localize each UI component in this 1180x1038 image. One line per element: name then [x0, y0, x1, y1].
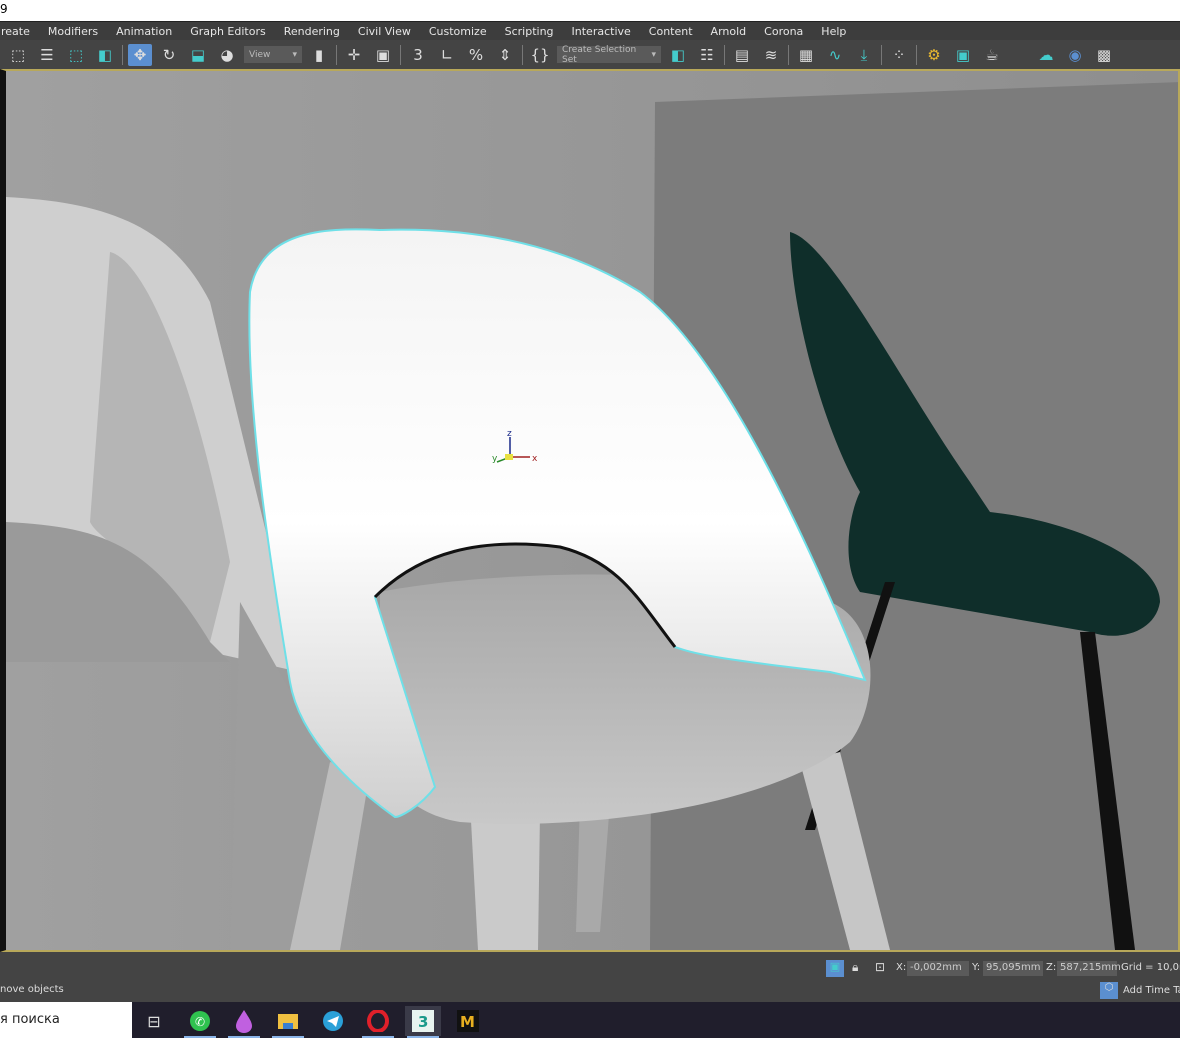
menu-scripting[interactable]: Scripting [496, 25, 563, 38]
select-object-icon[interactable]: ⬚ [6, 44, 30, 66]
x-label: X: [896, 962, 907, 973]
layer-explorer-icon[interactable]: ≋ [759, 44, 783, 66]
menu-bar: reate Modifiers Animation Graph Editors … [0, 21, 1180, 40]
menu-civil-view[interactable]: Civil View [349, 25, 420, 38]
divider [122, 44, 123, 65]
divider [881, 44, 882, 65]
divider [724, 44, 725, 65]
material-editor-icon[interactable]: ⁘ [887, 44, 911, 66]
select-and-scale-icon[interactable]: ⬓ [186, 44, 210, 66]
grid-size: Grid = 10,0mm [1121, 962, 1180, 973]
percent-snap-icon[interactable]: % [464, 44, 488, 66]
curve-editor-icon[interactable]: ∿ [823, 44, 847, 66]
rendered-frame-window-icon[interactable]: ▣ [951, 44, 975, 66]
maxon-app-icon[interactable]: M [450, 1006, 486, 1036]
named-selection-dropdown[interactable]: Create Selection Set ▾ [557, 44, 661, 65]
time-tag-icon[interactable]: ⬡ [1100, 982, 1118, 999]
y-coordinate-field[interactable]: 95,095mm [983, 961, 1043, 976]
paint-icon[interactable] [226, 1006, 262, 1038]
divider [522, 44, 523, 65]
z-label: Z: [1046, 962, 1057, 973]
render-production-icon[interactable]: ☕ [980, 44, 1004, 66]
align-icon[interactable]: ☷ [695, 44, 719, 66]
menu-modifiers[interactable]: Modifiers [39, 25, 107, 38]
divider [788, 44, 789, 65]
render-cloud-icon[interactable]: ☁ [1034, 44, 1058, 66]
toggle-ribbon-icon[interactable]: ▦ [794, 44, 818, 66]
z-coordinate-field[interactable]: 587,215mm [1057, 961, 1121, 976]
svg-text:M: M [460, 1013, 475, 1031]
isolate-selection-icon[interactable]: ▣ [826, 960, 844, 977]
taskbar-search-input[interactable]: я поиска [0, 1002, 132, 1038]
menu-graph-editors[interactable]: Graph Editors [181, 25, 275, 38]
prompt-line: nove objects [0, 984, 64, 995]
window-title: 9 [0, 2, 8, 16]
spinner-snap-icon[interactable]: ⇕ [493, 44, 517, 66]
3ds-max-icon[interactable]: 3 [405, 1006, 441, 1038]
snaps-toggle-icon[interactable]: 3 [406, 44, 430, 66]
file-explorer-icon[interactable] [270, 1006, 306, 1038]
render-setup-icon[interactable]: ⚙ [922, 44, 946, 66]
rectangular-selection-icon[interactable]: ⬚ [64, 44, 88, 66]
chevron-down-icon: ▾ [292, 49, 297, 60]
select-and-rotate-icon[interactable]: ↻ [157, 44, 181, 66]
task-view-icon[interactable]: ⊟ [136, 1006, 172, 1036]
menu-interactive[interactable]: Interactive [563, 25, 640, 38]
title-bar: 9 [0, 0, 1180, 21]
telegram-icon[interactable] [315, 1006, 351, 1036]
divider [916, 44, 917, 65]
window-crossing-icon[interactable]: ◧ [93, 44, 117, 66]
gizmo-x-label: x [532, 454, 538, 464]
chevron-down-icon: ▾ [651, 49, 656, 60]
gizmo-y-label: y [492, 454, 498, 464]
reference-coord-value: View [249, 49, 271, 60]
keyboard-shortcut-override-icon[interactable]: ▣ [371, 44, 395, 66]
menu-rendering[interactable]: Rendering [275, 25, 349, 38]
scene-explorer-icon[interactable]: ▤ [730, 44, 754, 66]
whatsapp-icon[interactable]: ✆ [182, 1006, 218, 1038]
schematic-view-icon[interactable]: ⤓ [852, 44, 876, 66]
perspective-viewport[interactable]: z x y [0, 69, 1180, 952]
select-and-manipulate-icon[interactable]: ✛ [342, 44, 366, 66]
add-time-tag-button[interactable]: Add Time Tag [1123, 985, 1180, 996]
named-selection-value: Create Selection Set [562, 44, 637, 65]
y-label: Y: [972, 962, 981, 973]
svg-text:3: 3 [418, 1013, 428, 1031]
menu-animation[interactable]: Animation [107, 25, 181, 38]
lock-icon[interactable]: 🔒︎ [852, 960, 858, 975]
reference-coord-dropdown[interactable]: View ▾ [244, 46, 302, 63]
windows-taskbar: я поиска ⊟ ✆ 3 M [0, 1002, 1180, 1038]
opera-icon[interactable] [360, 1006, 396, 1038]
menu-customize[interactable]: Customize [420, 25, 496, 38]
main-toolbar: ⬚ ☰ ⬚ ◧ ✥ ↻ ⬓ ◕ View ▾ ▮ ✛ ▣ 3 ∟ % ⇕ {} C… [0, 40, 1180, 69]
menu-arnold[interactable]: Arnold [702, 25, 756, 38]
use-pivot-center-icon[interactable]: ▮ [307, 44, 331, 66]
menu-create[interactable]: reate [0, 25, 39, 38]
select-and-place-icon[interactable]: ◕ [215, 44, 239, 66]
angle-snap-icon[interactable]: ∟ [435, 44, 459, 66]
select-and-move-icon[interactable]: ✥ [128, 43, 152, 66]
status-bar: nove objects ▣ 🔒︎ ⊡ X: -0,002mm Y: 95,09… [0, 952, 1180, 1002]
menu-corona[interactable]: Corona [755, 25, 812, 38]
menu-help[interactable]: Help [812, 25, 855, 38]
select-by-name-icon[interactable]: ☰ [35, 44, 59, 66]
edit-named-selection-icon[interactable]: {} [528, 44, 552, 66]
absolute-mode-icon[interactable]: ⊡ [875, 960, 885, 974]
menu-content[interactable]: Content [640, 25, 702, 38]
scene-render: z x y [6, 71, 1178, 950]
svg-text:✆: ✆ [195, 1015, 205, 1029]
divider [400, 44, 401, 65]
quick-render-icon[interactable]: ◉ [1063, 44, 1087, 66]
viewport-layouts-icon[interactable]: ▩ [1092, 44, 1116, 66]
gizmo-z-label: z [507, 429, 512, 439]
x-coordinate-field[interactable]: -0,002mm [907, 961, 969, 976]
divider [336, 44, 337, 65]
mirror-icon[interactable]: ◧ [666, 44, 690, 66]
